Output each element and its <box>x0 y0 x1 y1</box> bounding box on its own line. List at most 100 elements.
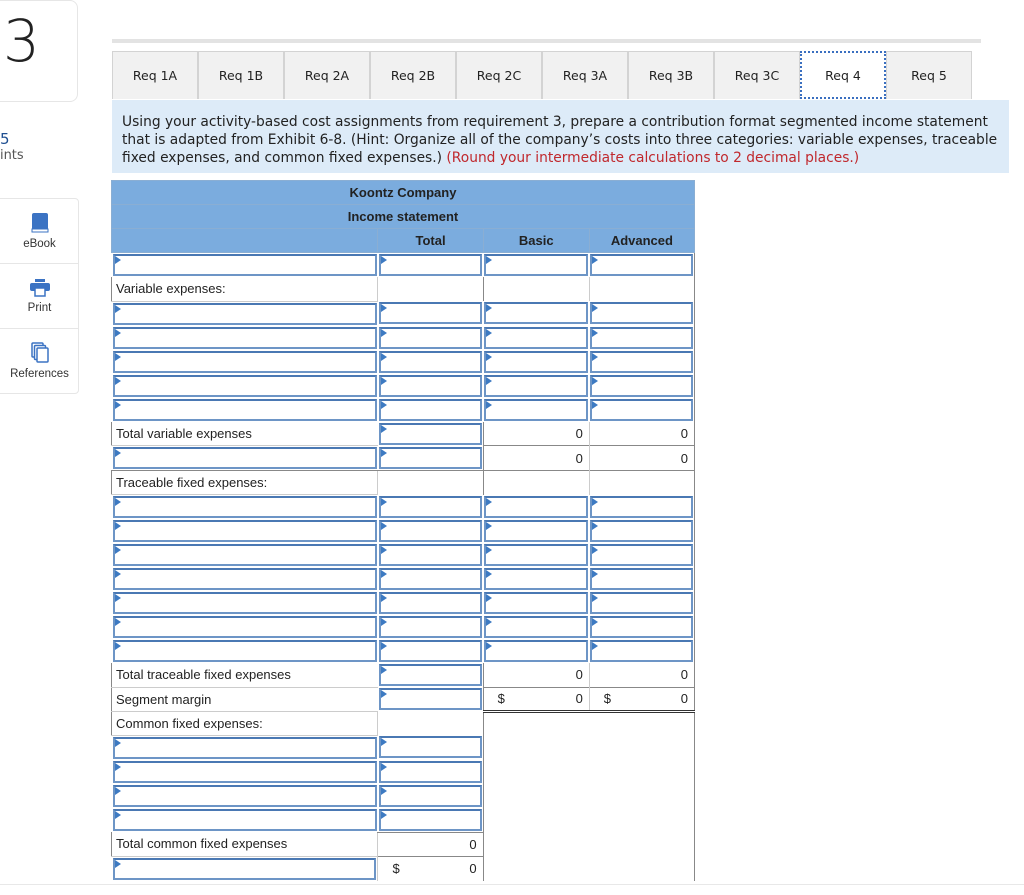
basic-input[interactable] <box>484 616 589 638</box>
row-label-input[interactable] <box>112 760 377 783</box>
row-label-input[interactable] <box>112 496 377 518</box>
total-input[interactable] <box>378 326 483 349</box>
row-label-input[interactable] <box>112 784 377 807</box>
common-expense-row <box>112 807 696 832</box>
basic-input[interactable] <box>484 568 589 590</box>
total-input[interactable] <box>378 736 482 759</box>
common-fixed-label: Common fixed expenses: <box>110 711 378 736</box>
row-label-input[interactable] <box>112 302 377 325</box>
advanced-input[interactable] <box>590 254 693 276</box>
income-statement-table: Koontz Company Income statement Total Ba… <box>110 180 696 881</box>
row-label-input[interactable] <box>112 616 377 638</box>
total-input[interactable] <box>378 616 483 638</box>
tab-req-2c[interactable]: Req 2C <box>456 51 542 99</box>
basic-input[interactable] <box>484 398 589 421</box>
row-label-input[interactable] <box>112 374 377 397</box>
advanced-input[interactable] <box>590 640 693 662</box>
total-input[interactable] <box>378 398 483 421</box>
total-input[interactable] <box>378 254 483 276</box>
total-input[interactable] <box>378 446 482 469</box>
row-label-input[interactable] <box>112 736 377 759</box>
advanced-input[interactable] <box>590 302 693 325</box>
basic-input[interactable] <box>484 302 589 325</box>
basic-input[interactable] <box>484 254 589 276</box>
ebook-button[interactable]: eBook <box>0 199 78 264</box>
total-variable-basic: 0 <box>482 421 590 446</box>
row-label-input[interactable] <box>112 640 377 662</box>
print-label: Print <box>27 302 52 314</box>
total-input[interactable] <box>378 544 483 566</box>
row-label-input[interactable] <box>112 326 377 349</box>
total-input[interactable] <box>378 374 483 397</box>
requirement-tabs: Req 1A Req 1B Req 2A Req 2B Req 2C Req 3… <box>112 51 972 100</box>
row-label-input[interactable] <box>112 520 377 542</box>
total-input[interactable] <box>378 568 483 590</box>
row-label-input[interactable] <box>112 544 377 566</box>
advanced-input[interactable] <box>590 592 693 614</box>
total-input[interactable] <box>378 688 482 710</box>
basic-input[interactable] <box>484 640 589 662</box>
row-label-input[interactable] <box>112 592 377 614</box>
references-button[interactable]: References <box>0 329 78 393</box>
total-input[interactable] <box>378 592 483 614</box>
footer-divider <box>0 884 1024 885</box>
traceable-expense-row <box>112 519 696 543</box>
col-header-total: Total <box>377 228 484 253</box>
advanced-input[interactable] <box>590 568 693 590</box>
basic-input[interactable] <box>484 374 589 397</box>
tab-req-4[interactable]: Req 4 <box>800 51 886 99</box>
basic-input[interactable] <box>484 544 589 566</box>
total-input[interactable] <box>378 760 482 783</box>
traceable-expense-row <box>112 543 696 567</box>
segment-margin-advanced: 0 <box>680 691 688 706</box>
basic-input[interactable] <box>484 592 589 614</box>
advanced-input[interactable] <box>590 544 693 566</box>
instructions: Using your activity-based cost assignmen… <box>112 100 1009 173</box>
tab-req-2b[interactable]: Req 2B <box>370 51 456 99</box>
basic-input[interactable] <box>484 495 589 518</box>
total-input[interactable] <box>378 808 482 831</box>
basic-input[interactable] <box>484 326 589 349</box>
advanced-input[interactable] <box>590 616 693 638</box>
common-expense-row <box>112 735 696 760</box>
row-label-input[interactable] <box>112 398 377 421</box>
variable-expense-row <box>112 373 696 398</box>
tab-req-1b[interactable]: Req 1B <box>198 51 284 99</box>
advanced-input[interactable] <box>590 520 693 542</box>
tab-req-3a[interactable]: Req 3A <box>542 51 628 99</box>
total-input[interactable] <box>378 520 483 542</box>
total-input[interactable] <box>378 664 482 686</box>
basic-input[interactable] <box>484 520 589 542</box>
net-operating-income-total: 0 <box>469 861 477 876</box>
advanced-input[interactable] <box>590 495 693 518</box>
advanced-input[interactable] <box>590 374 693 397</box>
basic-input[interactable] <box>484 350 589 373</box>
total-input[interactable] <box>378 495 483 518</box>
print-button[interactable]: Print <box>0 264 78 329</box>
row-label-input[interactable] <box>112 857 377 880</box>
ebook-label: eBook <box>23 238 56 250</box>
points-info: 5 oints <box>0 130 24 164</box>
tab-req-5[interactable]: Req 5 <box>886 51 972 99</box>
tab-bar-top-rule <box>112 39 981 43</box>
row-label-input[interactable] <box>112 254 377 276</box>
tab-req-2a[interactable]: Req 2A <box>284 51 370 99</box>
total-input[interactable] <box>378 302 483 325</box>
row-label-input[interactable] <box>112 568 377 590</box>
tab-req-3b[interactable]: Req 3B <box>628 51 714 99</box>
total-input[interactable] <box>378 422 482 445</box>
total-input[interactable] <box>378 784 482 807</box>
tab-req-1a[interactable]: Req 1A <box>112 51 198 99</box>
tab-req-3c[interactable]: Req 3C <box>714 51 800 99</box>
advanced-input[interactable] <box>590 398 693 421</box>
total-input[interactable] <box>378 640 483 662</box>
traceable-expense-row <box>112 567 696 591</box>
variable-expense-row <box>112 397 696 422</box>
total-input[interactable] <box>378 350 483 373</box>
advanced-input[interactable] <box>590 350 693 373</box>
row-label-input[interactable] <box>112 808 377 831</box>
row-label-input[interactable] <box>112 447 377 469</box>
row-label-input[interactable] <box>112 350 377 373</box>
advanced-input[interactable] <box>590 326 693 349</box>
segment-margin-row: Segment margin $0 $0 <box>110 686 696 713</box>
